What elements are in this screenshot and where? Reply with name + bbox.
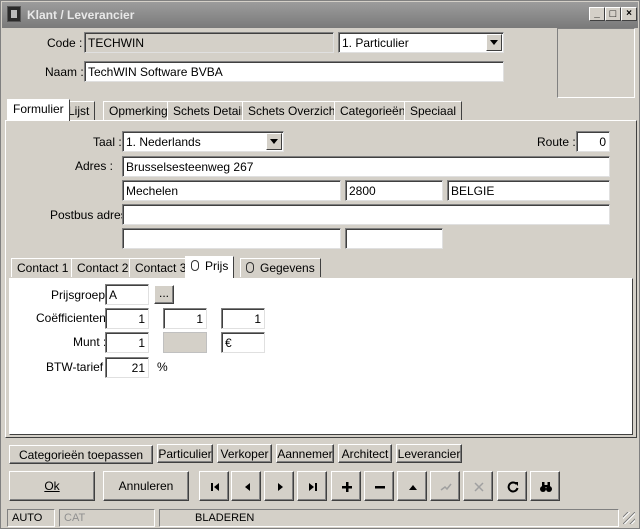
annuleren-button[interactable]: Annuleren [103, 471, 189, 501]
delete-record-button[interactable] [364, 471, 394, 501]
chevron-down-icon[interactable] [266, 133, 282, 150]
categorieen-toepassen-button[interactable]: Categorieën toepassen [9, 445, 153, 464]
tab-schets-detail[interactable]: Schets Detail [167, 101, 250, 120]
subtab-contact-3[interactable]: Contact 3 [129, 258, 193, 277]
tab-schets-overzicht[interactable]: Schets Overzicht [242, 101, 345, 120]
move-up-icon [409, 485, 417, 490]
taal-select-value: 1. Nederlands [126, 135, 201, 149]
adres-street-field[interactable]: Brusselsesteenweg 267 [122, 156, 610, 177]
postbus-label: Postbus adres : [50, 208, 134, 222]
coefficienten-label: Coëfficienten : [36, 311, 113, 325]
close-button[interactable]: × [621, 7, 637, 21]
subtab-prijs[interactable]: Prijs [185, 256, 235, 278]
category-leverancier-button[interactable]: Leverancier [396, 444, 462, 463]
btw-unit-label: % [157, 360, 168, 374]
tab-speciaal[interactable]: Speciaal [404, 101, 463, 120]
next-record-button[interactable] [264, 471, 294, 501]
category-aannemer-button[interactable]: Aannemer [276, 444, 334, 463]
adres-country-field[interactable]: BELGIE [447, 180, 610, 201]
prijsgroep-label: Prijsgroep : [51, 288, 112, 302]
ok-button[interactable]: Ok [9, 471, 95, 501]
subtab-prijs-label: Prijs [205, 259, 229, 273]
previous-record-icon [245, 483, 250, 491]
route-label: Route : [537, 135, 576, 149]
main-window: Klant / Leverancier _ □ × Code : TECHWIN… [0, 0, 640, 529]
coefficient-2-field[interactable]: 1 [163, 308, 207, 329]
title-bar[interactable]: Klant / Leverancier _ □ × [2, 2, 638, 28]
taal-select[interactable]: 1. Nederlands [122, 131, 284, 152]
prijsgroep-field[interactable]: A [105, 284, 149, 305]
status-cat: CAT [59, 509, 155, 527]
btw-tarief-label: BTW-tarief : [46, 360, 110, 374]
move-up-button[interactable] [397, 471, 427, 501]
postbus-field[interactable] [122, 204, 610, 225]
confirm-icon [440, 483, 452, 491]
status-mode: BLADEREN [159, 509, 619, 527]
status-auto: AUTO [7, 509, 55, 527]
first-record-icon [211, 483, 219, 491]
naam-label: Naam : [45, 65, 84, 79]
subtab-contact-2[interactable]: Contact 2 [71, 258, 135, 277]
resize-grip-icon[interactable] [623, 512, 635, 524]
coefficient-1-field[interactable]: 1 [105, 308, 149, 329]
type-select-value: 1. Particulier [342, 36, 409, 50]
window-title: Klant / Leverancier [27, 8, 135, 22]
postbus-zip-field[interactable] [345, 228, 443, 249]
code-label: Code : [47, 36, 83, 50]
last-record-button[interactable] [297, 471, 327, 501]
munt-field[interactable]: 1 [105, 332, 149, 353]
cancel-edit-button [463, 471, 493, 501]
munt-symbol-field[interactable]: € [221, 332, 265, 353]
coefficient-3-field[interactable]: 1 [221, 308, 265, 329]
status-bar: AUTO CAT BLADEREN [3, 508, 637, 528]
subtab-gegevens[interactable]: Gegevens [240, 258, 321, 277]
route-field[interactable]: 0 [576, 131, 610, 152]
category-particulier-button[interactable]: Particulier [157, 444, 213, 463]
tab-categorieen[interactable]: Categorieën [334, 101, 412, 120]
search-binoculars-icon [540, 482, 552, 492]
prijsgroep-lookup-button[interactable]: ... [154, 285, 174, 304]
delete-record-icon [375, 486, 385, 489]
paperclip-icon [246, 262, 254, 273]
photo-box[interactable] [557, 28, 635, 98]
app-icon [7, 6, 21, 22]
add-record-button[interactable] [331, 471, 361, 501]
code-field[interactable]: TECHWIN [84, 32, 334, 53]
tab-formulier[interactable]: Formulier [7, 99, 70, 121]
munt-disabled-field [163, 332, 207, 353]
add-record-icon [342, 482, 352, 492]
refresh-button[interactable] [497, 471, 527, 501]
cancel-edit-icon [474, 482, 484, 492]
btw-tarief-field[interactable]: 21 [105, 357, 149, 378]
subtab-contact-1[interactable]: Contact 1 [11, 258, 75, 277]
search-button[interactable] [530, 471, 560, 501]
adres-zip-field[interactable]: 2800 [345, 180, 443, 201]
naam-field[interactable]: TechWIN Software BVBA [84, 61, 504, 82]
maximize-button[interactable]: □ [605, 7, 621, 21]
postbus-city-field[interactable] [122, 228, 341, 249]
munt-label: Munt : [73, 335, 107, 349]
refresh-icon [507, 481, 519, 493]
previous-record-button[interactable] [231, 471, 261, 501]
category-verkoper-button[interactable]: Verkoper [217, 444, 272, 463]
minimize-button[interactable]: _ [589, 7, 605, 21]
chevron-down-icon[interactable] [486, 34, 502, 51]
subtab-gegevens-label: Gegevens [260, 261, 315, 275]
taal-label: Taal : [93, 135, 122, 149]
paperclip-icon [191, 260, 199, 271]
last-record-icon [309, 483, 317, 491]
confirm-button [430, 471, 460, 501]
tab-opmerking[interactable]: Opmerking [103, 101, 174, 120]
category-architect-button[interactable]: Architect [338, 444, 392, 463]
adres-city-field[interactable]: Mechelen [122, 180, 341, 201]
adres-label: Adres : [75, 159, 114, 173]
next-record-icon [278, 483, 283, 491]
type-select[interactable]: 1. Particulier [338, 32, 504, 53]
first-record-button[interactable] [199, 471, 229, 501]
